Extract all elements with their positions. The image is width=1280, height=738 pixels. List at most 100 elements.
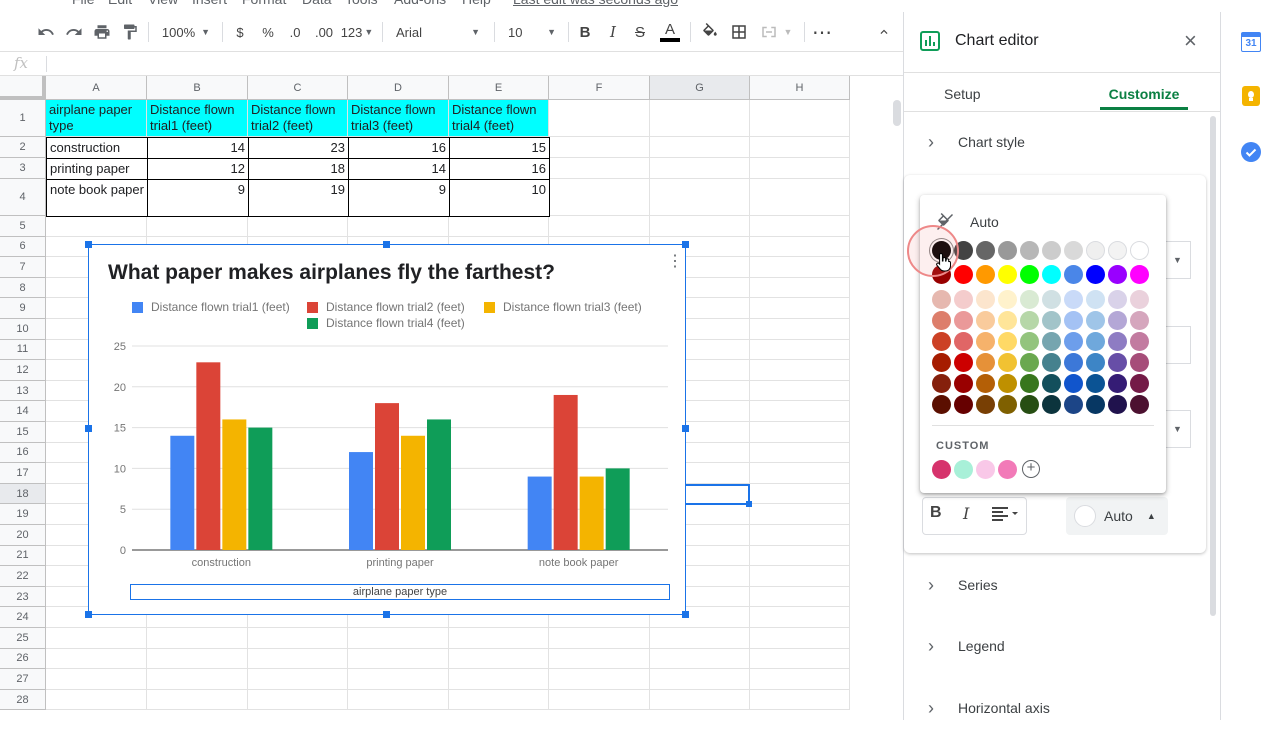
section-legend[interactable]: › Legend [904, 616, 1206, 676]
fill-handle[interactable] [746, 501, 752, 507]
more-formats-button[interactable]: 123 ▼ [340, 12, 374, 52]
table-cell[interactable]: 9 [348, 179, 450, 217]
increase-decimal-button[interactable]: .00 [311, 12, 337, 52]
row-header-19[interactable]: 19 [0, 504, 46, 525]
grid-cell[interactable] [750, 504, 850, 525]
grid-cell[interactable] [650, 179, 750, 216]
grid-cell[interactable] [750, 401, 850, 422]
grid-cell[interactable] [750, 298, 850, 319]
grid-cell[interactable] [750, 689, 850, 711]
table-cell[interactable]: printing paper [46, 158, 148, 180]
color-swatch[interactable] [998, 353, 1017, 372]
grid-cell[interactable] [650, 100, 750, 137]
color-swatch[interactable] [1130, 395, 1149, 414]
row-header-25[interactable]: 25 [0, 628, 46, 649]
chevron-down-icon[interactable]: ▼ [1165, 241, 1191, 279]
color-swatch[interactable] [1130, 265, 1149, 284]
grid-cell[interactable] [46, 669, 147, 690]
color-swatch[interactable] [932, 395, 951, 414]
row-header-15[interactable]: 15 [0, 422, 46, 443]
zoom-select[interactable]: 100% ▼ [156, 12, 216, 52]
color-swatch[interactable] [954, 353, 973, 372]
grid-cell[interactable] [248, 216, 348, 237]
color-swatch[interactable] [1130, 374, 1149, 393]
color-swatch[interactable] [1020, 241, 1039, 260]
more-options-icon[interactable]: ⋯ [810, 12, 834, 52]
resize-handle[interactable] [383, 241, 390, 248]
resize-handle[interactable] [682, 611, 689, 618]
row-header-27[interactable]: 27 [0, 669, 46, 690]
row-header-8[interactable]: 8 [0, 277, 46, 299]
grid-cell[interactable] [549, 100, 650, 137]
grid-cell[interactable] [449, 689, 549, 711]
grid-cell[interactable] [549, 137, 650, 158]
grid-cell[interactable] [147, 689, 248, 711]
custom-color-swatch[interactable] [932, 460, 951, 479]
resize-handle[interactable] [682, 241, 689, 248]
color-swatch[interactable] [1064, 290, 1083, 309]
color-swatch[interactable] [1130, 353, 1149, 372]
row-header-6[interactable]: 6 [0, 236, 46, 258]
merge-cells-icon[interactable]: ▼ [756, 12, 796, 52]
input-box[interactable] [1165, 326, 1191, 364]
grid-cell[interactable] [46, 689, 147, 711]
color-swatch[interactable] [998, 241, 1017, 260]
column-header-h[interactable]: H [750, 76, 850, 100]
color-swatch[interactable] [1020, 353, 1039, 372]
color-swatch[interactable] [976, 290, 995, 309]
collapse-toolbar-icon[interactable] [872, 12, 896, 52]
grid-cell[interactable] [348, 648, 449, 670]
grid-cell[interactable] [750, 628, 850, 649]
menu-item[interactable]: Add-ons [394, 0, 446, 7]
grid-cell[interactable] [750, 277, 850, 299]
color-swatch[interactable] [1020, 290, 1039, 309]
table-cell[interactable]: 14 [147, 137, 249, 159]
chevron-down-icon[interactable]: ▼ [1165, 410, 1191, 448]
paint-format-icon[interactable] [118, 12, 142, 52]
row-header-14[interactable]: 14 [0, 401, 46, 422]
color-swatch[interactable] [976, 395, 995, 414]
color-swatch[interactable] [1108, 353, 1127, 372]
color-swatch[interactable] [1042, 332, 1061, 351]
grid-cell[interactable] [348, 689, 449, 711]
color-swatch[interactable] [976, 353, 995, 372]
column-header-f[interactable]: F [549, 76, 650, 100]
menu-item[interactable]: Help [462, 0, 491, 7]
color-swatch[interactable] [1108, 241, 1127, 260]
resize-handle[interactable] [85, 241, 92, 248]
last-edit-link[interactable]: Last edit was seconds ago [513, 0, 678, 7]
color-swatch[interactable] [1108, 290, 1127, 309]
color-swatch[interactable] [1108, 332, 1127, 351]
color-swatch[interactable] [1042, 374, 1061, 393]
custom-color-swatch[interactable] [954, 460, 973, 479]
color-swatch[interactable] [1042, 353, 1061, 372]
color-swatch[interactable] [1130, 332, 1149, 351]
grid-cell[interactable] [549, 648, 650, 670]
color-swatch[interactable] [1130, 290, 1149, 309]
grid-cell[interactable] [46, 648, 147, 670]
row-header-17[interactable]: 17 [0, 463, 46, 484]
grid-cell[interactable] [750, 648, 850, 670]
row-header-11[interactable]: 11 [0, 339, 46, 361]
grid-cell[interactable] [348, 216, 449, 237]
color-swatch[interactable] [998, 374, 1017, 393]
row-header-10[interactable]: 10 [0, 319, 46, 340]
color-swatch[interactable] [1108, 374, 1127, 393]
menu-item[interactable]: File [72, 0, 95, 7]
grid-cell[interactable] [650, 648, 750, 670]
color-swatch[interactable] [1064, 265, 1083, 284]
bold-button[interactable]: B [575, 12, 595, 52]
grid-cell[interactable] [750, 319, 850, 340]
color-swatch[interactable] [998, 290, 1017, 309]
color-swatch[interactable] [1020, 265, 1039, 284]
grid-cell[interactable] [750, 216, 850, 237]
grid-cell[interactable] [549, 179, 650, 216]
add-custom-color-icon[interactable]: + [1022, 460, 1040, 478]
row-header-7[interactable]: 7 [0, 257, 46, 278]
auto-color-option[interactable]: Auto [970, 214, 999, 230]
table-header-cell[interactable]: Distance flown trial3 (feet) [348, 100, 449, 137]
grid-cell[interactable] [750, 566, 850, 587]
color-swatch[interactable] [1086, 241, 1105, 260]
grid-cell[interactable] [348, 669, 449, 690]
table-cell[interactable]: 9 [147, 179, 249, 217]
